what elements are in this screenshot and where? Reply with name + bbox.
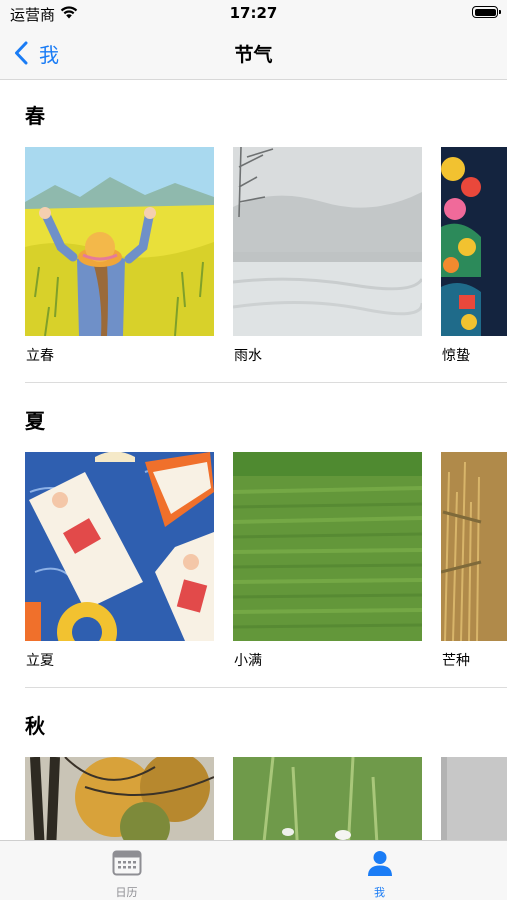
term-card-xiaoman[interactable]: 小满 xyxy=(233,452,422,669)
lixia-illustration xyxy=(25,452,214,641)
tab-calendar-label: 日历 xyxy=(115,886,138,899)
term-card-yushui[interactable]: 雨水 xyxy=(233,147,422,364)
status-time: 17:27 xyxy=(229,4,278,22)
autumn-photo-3 xyxy=(441,757,507,840)
term-card-lichun[interactable]: 立春 xyxy=(25,147,214,364)
season-heading-autumn: 秋 xyxy=(25,714,45,738)
term-label-jingzhe: 惊蛰 xyxy=(442,348,470,364)
term-label-yushui: 雨水 xyxy=(234,348,262,364)
tab-me[interactable]: 我 xyxy=(253,841,506,901)
calendar-icon xyxy=(112,850,141,876)
navigation-bar: 我 节气 xyxy=(0,28,507,80)
tab-bar: 日历 我 xyxy=(0,840,507,900)
term-label-lichun: 立春 xyxy=(26,348,54,364)
battery-icon xyxy=(472,6,501,18)
term-card-autumn-2[interactable] xyxy=(233,757,422,840)
season-heading-summer: 夏 xyxy=(25,409,45,433)
season-heading-spring: 春 xyxy=(25,104,45,128)
term-label-mangzhong: 芒种 xyxy=(442,653,470,669)
page-title: 节气 xyxy=(234,44,273,66)
tab-me-label: 我 xyxy=(374,886,385,899)
term-card-jingzhe[interactable]: 惊蛰 xyxy=(441,147,507,364)
term-label-xiaoman: 小满 xyxy=(234,653,262,669)
section-divider xyxy=(25,382,507,383)
term-label-lixia: 立夏 xyxy=(26,653,54,669)
mangzhong-photo xyxy=(441,452,507,641)
xiaoman-photo xyxy=(233,452,422,641)
autumn-photo-2 xyxy=(233,757,422,840)
section-divider xyxy=(25,687,507,688)
person-icon xyxy=(367,851,392,876)
yushui-photo xyxy=(233,147,422,336)
term-card-autumn-1[interactable] xyxy=(25,757,214,840)
solar-terms-list[interactable]: 春 立春 雨水 惊蛰 夏 立夏 小满 芒种 秋 xyxy=(0,80,507,840)
lichun-illustration xyxy=(25,147,214,336)
jingzhe-illustration xyxy=(441,147,507,336)
autumn-photo-1 xyxy=(25,757,214,840)
term-card-mangzhong[interactable]: 芒种 xyxy=(441,452,507,669)
term-card-autumn-3[interactable] xyxy=(441,757,507,840)
status-bar: 运营商 17:27 xyxy=(0,0,507,28)
term-card-lixia[interactable]: 立夏 xyxy=(25,452,214,669)
tab-calendar[interactable]: 日历 xyxy=(0,841,253,901)
